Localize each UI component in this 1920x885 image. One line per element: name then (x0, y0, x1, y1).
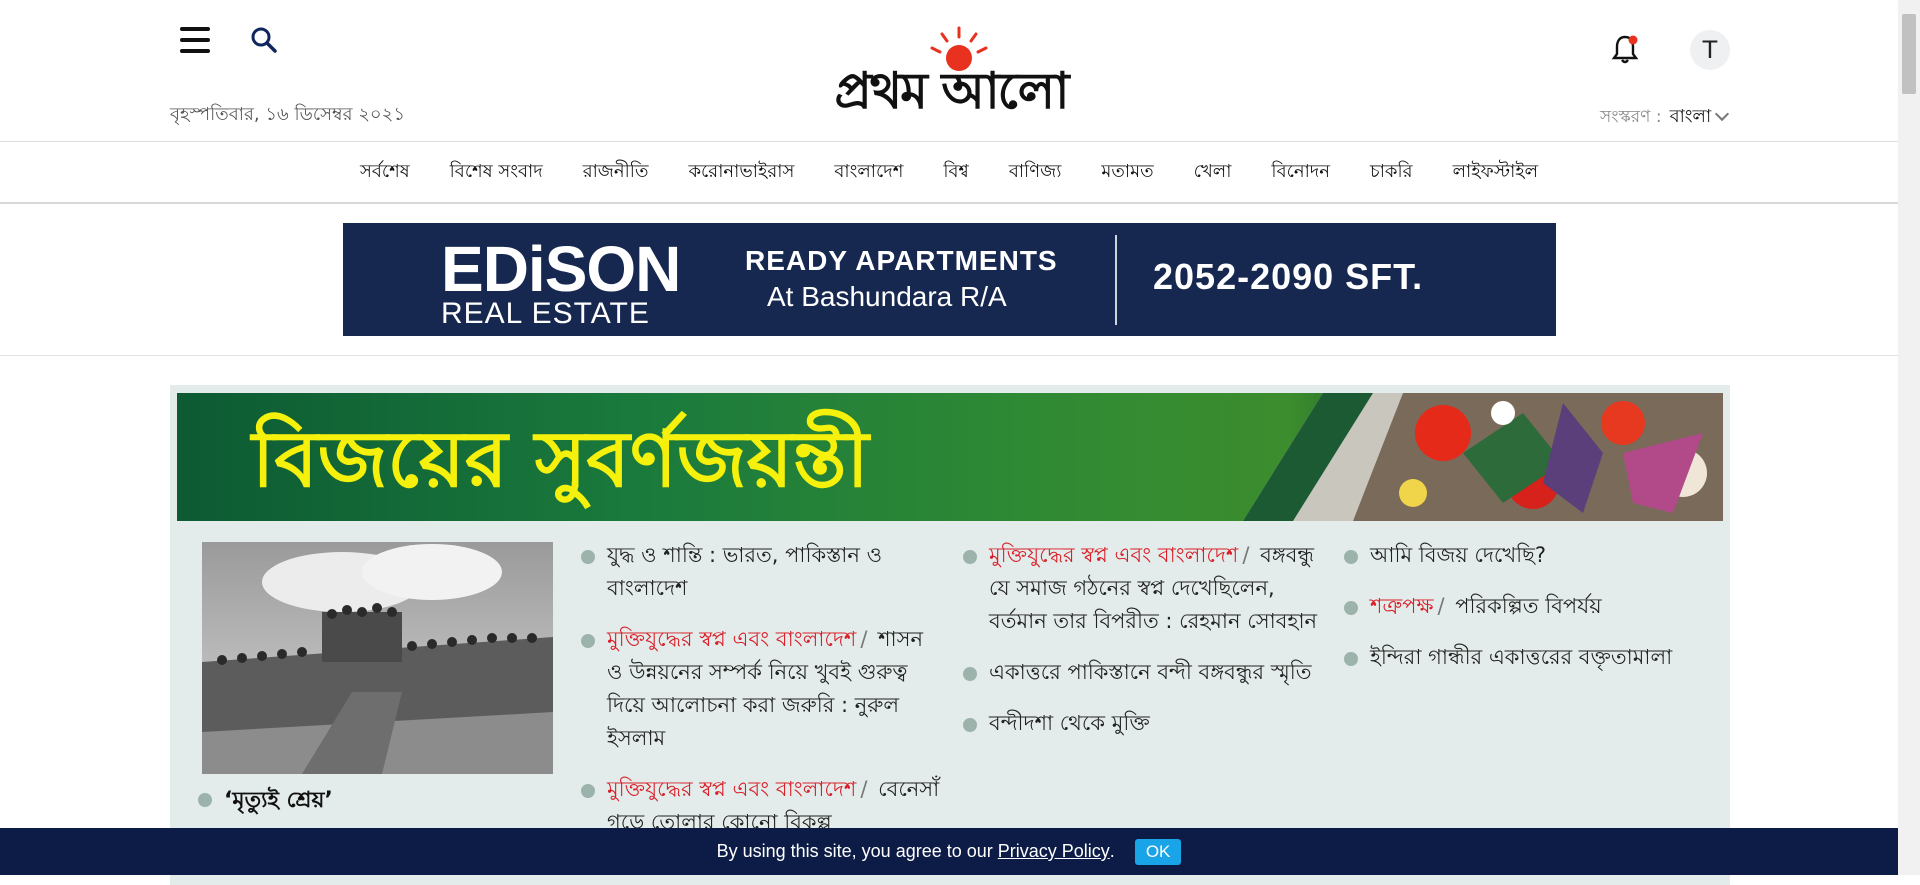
site-logo[interactable]: প্রথম আলো (786, 24, 1116, 120)
story-kicker: শত্রুপক্ষ (1370, 594, 1434, 618)
nav-item-entertainment[interactable]: বিনোদন (1251, 157, 1350, 188)
privacy-policy-link[interactable]: Privacy Policy (998, 841, 1110, 862)
photo-caption[interactable]: ‘মৃত্যুই শ্রেয়’ (198, 783, 333, 820)
section-banner[interactable]: বিজয়ের সুবর্ণজয়ন্তী (177, 393, 1723, 521)
story-kicker: মুক্তিযুদ্ধের স্বপ্ন এবং বাংলাদেশ (607, 627, 857, 651)
nav-item-politics[interactable]: রাজনীতি (563, 157, 669, 188)
logo-text: প্রথম আলো (834, 61, 1069, 120)
ad-subline: At Bashundara R/A (767, 281, 1007, 312)
divider (0, 202, 1898, 204)
story-link[interactable]: যুদ্ধ ও শান্তি : ভারত, পাকিস্তান ও বাংলা… (581, 539, 941, 605)
story-link[interactable]: মুক্তিযুদ্ধের স্বপ্ন এবং বাংলাদেশ / বঙ্গব… (963, 539, 1323, 638)
story-title: পরিকল্পিত বিপর্যয় (1455, 594, 1602, 618)
avatar[interactable]: T (1690, 30, 1730, 70)
search-icon[interactable] (250, 26, 278, 54)
story-title: ইন্দিরা গান্ধীর একাত্তরের বক্তৃতামালা (1370, 645, 1673, 669)
photo-caption-text: ‘মৃত্যুই শ্রেয়’ (224, 788, 333, 813)
bullet-icon (581, 634, 595, 648)
story-title: একাত্তরে পাকিস্তানে বন্দী বঙ্গবন্ধুর স্ম… (989, 660, 1312, 684)
separator: / (1242, 543, 1250, 567)
story-title: আমি বিজয় দেখেছি? (1370, 543, 1547, 567)
story-link[interactable]: মুক্তিযুদ্ধের স্বপ্ন এবং বাংলাদেশ / শাসন … (581, 623, 941, 755)
bullet-icon (963, 718, 977, 732)
chevron-down-icon (1715, 106, 1730, 122)
bullet-icon (198, 793, 212, 807)
victory-jubilee-section: বিজয়ের সুবর্ণজয়ন্তী ‘মৃত্যুই শ্রেয়’ য… (170, 385, 1730, 885)
bullet-icon (581, 784, 595, 798)
divider (0, 355, 1898, 356)
bullet-icon (963, 550, 977, 564)
story-link[interactable]: আমি বিজয় দেখেছি? (1344, 539, 1704, 572)
cookie-consent-bar: By using this site, you agree to our Pri… (0, 828, 1898, 875)
ad-size: 2052-2090 SFT. (1153, 256, 1424, 297)
story-column-2: মুক্তিযুদ্ধের স্বপ্ন এবং বাংলাদেশ / বঙ্গব… (963, 539, 1323, 758)
bullet-icon (963, 667, 977, 681)
ad-brand-sub: REAL ESTATE (441, 297, 650, 330)
nav-item-business[interactable]: বাণিজ্য (989, 157, 1082, 188)
story-link[interactable]: বন্দীদশা থেকে মুক্তি (963, 707, 1323, 740)
ad-brand: EDiSON REAL ESTATE (441, 233, 681, 330)
story-kicker: মুক্তিযুদ্ধের স্বপ্ন এবং বাংলাদেশ (989, 543, 1239, 567)
banner-artwork (1243, 393, 1723, 521)
nav-item-opinion[interactable]: মতামত (1081, 157, 1173, 188)
story-link[interactable]: একাত্তরে পাকিস্তানে বন্দী বঙ্গবন্ধুর স্ম… (963, 656, 1323, 689)
edition-label: সংস্করণ : (1600, 107, 1662, 127)
nav-item-special-news[interactable]: বিশেষ সংবাদ (430, 157, 563, 188)
page-scrollbar[interactable] (1898, 0, 1920, 875)
ad-banner[interactable]: EDiSON REAL ESTATE READY APARTMENTS At B… (343, 223, 1556, 336)
nav-item-world[interactable]: বিশ্ব (923, 157, 988, 188)
story-title: বন্দীদশা থেকে মুক্তি (989, 711, 1150, 735)
ad-divider (1115, 235, 1117, 325)
current-date: বৃহস্পতিবার, ১৬ ডিসেম্বর ২০২১ (170, 104, 406, 125)
bullet-icon (1344, 601, 1358, 615)
story-link[interactable]: শত্রুপক্ষ / পরিকল্পিত বিপর্যয় (1344, 590, 1704, 623)
bullet-icon (1344, 550, 1358, 564)
consent-text: By using this site, you agree to our (716, 841, 993, 861)
consent-period: . (1109, 841, 1115, 861)
nav-item-lifestyle[interactable]: লাইফস্টাইল (1433, 157, 1558, 188)
separator: / (860, 777, 868, 801)
ad-headline: READY APARTMENTS (745, 245, 1058, 276)
story-column-3: আমি বিজয় দেখেছি? শত্রুপক্ষ / পরিকল্পিত ব… (1344, 539, 1704, 692)
bullet-icon (581, 550, 595, 564)
separator: / (860, 627, 868, 651)
nav-item-bangladesh[interactable]: বাংলাদেশ (814, 157, 923, 188)
bell-icon[interactable] (1611, 33, 1639, 65)
banner-title: বিজয়ের সুবর্ণজয়ন্তী (252, 414, 869, 505)
story-title: যুদ্ধ ও শান্তি : ভারত, পাকিস্তান ও বাংলা… (607, 543, 883, 600)
story-link[interactable]: ইন্দিরা গান্ধীর একাত্তরের বক্তৃতামালা (1344, 641, 1704, 674)
story-column-1: যুদ্ধ ও শান্তি : ভারত, পাকিস্তান ও বাংলা… (581, 539, 941, 857)
nav-item-jobs[interactable]: চাকরি (1350, 157, 1433, 188)
nav-item-sports[interactable]: খেলা (1174, 157, 1252, 188)
separator: / (1437, 594, 1445, 618)
scrollbar-thumb[interactable] (1902, 14, 1916, 94)
consent-ok-button[interactable]: OK (1134, 838, 1182, 865)
ad-brand-name: EDiSON (441, 233, 681, 305)
hamburger-menu-icon[interactable] (180, 27, 210, 53)
edition-selector[interactable]: সংস্করণ : বাংলা (1600, 102, 1730, 133)
main-nav: সর্বশেষ বিশেষ সংবাদ রাজনীতি করোনাভাইরাস … (0, 142, 1898, 202)
nav-item-coronavirus[interactable]: করোনাভাইরাস (668, 157, 814, 188)
feature-photo[interactable] (202, 542, 553, 774)
edition-value: বাংলা (1669, 106, 1712, 127)
nav-item-latest[interactable]: সর্বশেষ (340, 157, 430, 188)
bullet-icon (1344, 652, 1358, 666)
story-kicker: মুক্তিযুদ্ধের স্বপ্ন এবং বাংলাদেশ (607, 777, 857, 801)
